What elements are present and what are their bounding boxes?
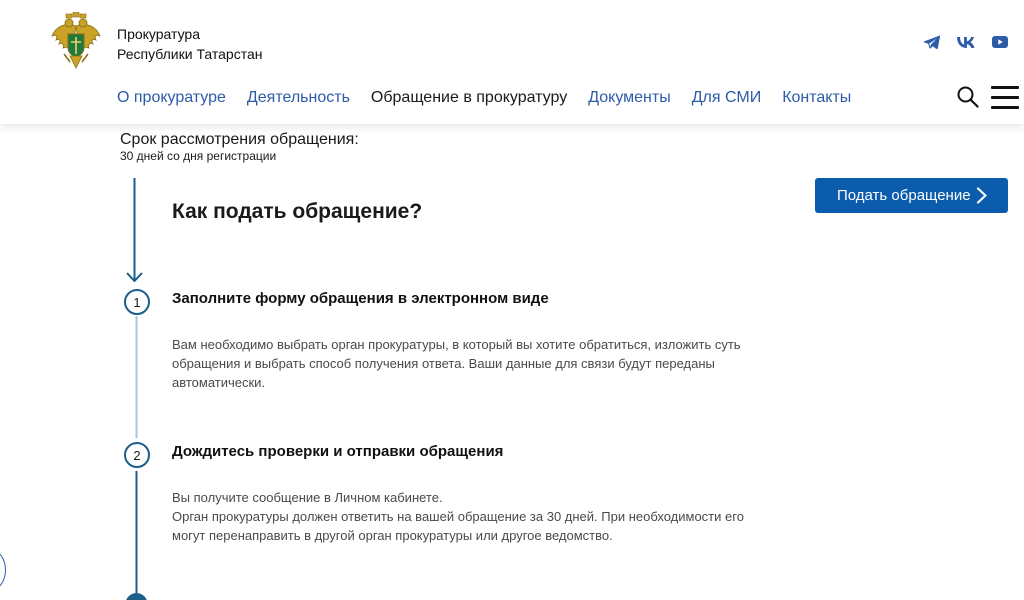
hamburger-menu-icon[interactable] [991, 86, 1019, 110]
organization-name[interactable]: Прокуратура Республики Татарстан [117, 24, 262, 64]
steps-timeline [126, 178, 147, 600]
submit-appeal-button-label: Подать обращение [837, 187, 971, 204]
step-1-title: Заполните форму обращения в электронном … [172, 290, 549, 307]
review-term-value: 30 дней со дня регистрации [120, 149, 277, 163]
organization-name-line2: Республики Татарстан [117, 46, 263, 62]
step-1-description: Вам необходимо выбрать орган прокуратуры… [172, 335, 772, 392]
nav-item-contacts[interactable]: Контакты [782, 88, 851, 108]
step-2-description-line: Орган прокуратуры должен ответить на ваш… [172, 509, 744, 524]
nav-item-activity[interactable]: Деятельность [247, 88, 350, 108]
nav-item-documents[interactable]: Документы [588, 88, 670, 108]
step-2-description-line: могут перенаправить в другой орган проку… [172, 528, 613, 543]
step-2-number: 2 [133, 447, 141, 463]
how-to-apply-title: Как подать обращение? [172, 200, 423, 223]
step-1-number: 1 [133, 294, 141, 310]
site-header: Прокуратура Республики Татарстан О проку… [0, 0, 1024, 124]
nav-item-about[interactable]: О прокуратуре [117, 88, 226, 108]
step-2-number-circle: 2 [124, 442, 150, 468]
coat-of-arms-logo[interactable] [48, 11, 104, 70]
telegram-icon[interactable] [923, 33, 941, 51]
step-2-description-line: Вы получите сообщение в Личном кабинете. [172, 490, 443, 505]
review-term-label: Срок рассмотрения обращения: [120, 131, 359, 148]
side-floating-button[interactable] [0, 550, 6, 590]
nav-item-appeal[interactable]: Обращение в прокуратуру [371, 88, 567, 108]
youtube-icon[interactable] [991, 33, 1009, 51]
step-2-title: Дождитесь проверки и отправки обращения [172, 443, 504, 460]
step-1-number-circle: 1 [124, 289, 150, 315]
chevron-right-icon [976, 187, 987, 204]
vk-icon[interactable] [957, 33, 975, 51]
nav-item-media[interactable]: Для СМИ [692, 88, 761, 108]
step-2-description: Вы получите сообщение в Личном кабинете.… [172, 488, 772, 545]
submit-appeal-button[interactable]: Подать обращение [815, 178, 1008, 213]
search-icon[interactable] [957, 86, 979, 108]
step-1-description-line: Вам необходимо выбрать орган прокуратуры… [172, 337, 741, 352]
organization-name-line1: Прокуратура [117, 26, 201, 42]
main-navigation: О прокуратуре Деятельность Обращение в п… [117, 88, 872, 108]
step-1-description-line: обращения и выбрать способ получения отв… [172, 356, 715, 371]
step-1-description-line: автоматически. [172, 375, 266, 390]
